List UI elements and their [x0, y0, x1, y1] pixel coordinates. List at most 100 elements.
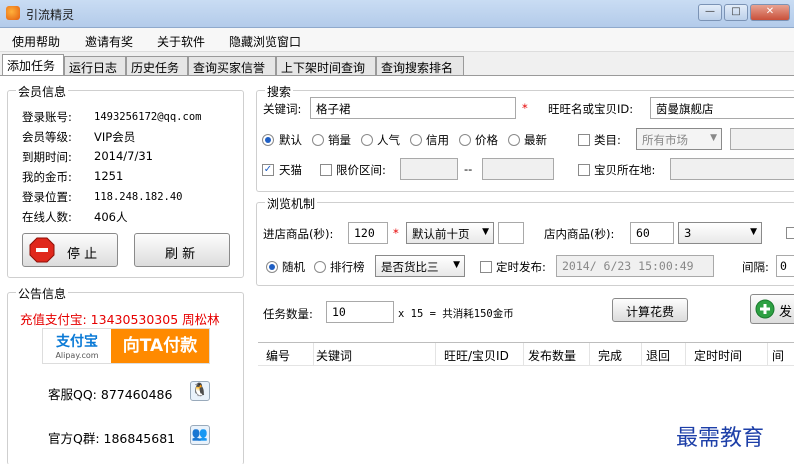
mode-random-radio[interactable] — [266, 261, 278, 273]
category-checkbox[interactable] — [578, 134, 590, 146]
instore-seconds-input[interactable]: 60 — [630, 222, 674, 244]
sort-newest-radio[interactable] — [508, 134, 520, 146]
price-separator: -- — [464, 162, 473, 176]
instore-count-select[interactable]: 3 ▼ — [678, 222, 762, 244]
category-select-value: 所有市场 — [642, 133, 688, 147]
maximize-button[interactable]: □ — [724, 4, 748, 21]
refresh-button[interactable]: 刷 新 — [134, 233, 230, 267]
close-button[interactable]: ✕ — [750, 4, 790, 21]
wangwang-input[interactable]: 茵曼旗舰店 — [650, 97, 794, 119]
recharge-text: 充值支付宝: 13430530305 周松林 — [20, 312, 220, 327]
search-title: 搜索 — [265, 83, 294, 100]
calculate-cost-button[interactable]: 计算花费 — [612, 298, 688, 322]
col-keyword[interactable]: 关键词 — [316, 343, 436, 365]
menu-about[interactable]: 关于软件 — [157, 33, 205, 50]
menu-help[interactable]: 使用帮助 — [12, 33, 60, 50]
tab-add-task[interactable]: 添加任务 — [2, 54, 64, 76]
tab-run-log[interactable]: 运行日志 — [64, 56, 126, 76]
add-task-panel: 会员信息 登录账号: 1493256172@qq.com 会员等级: VIP会员… — [0, 75, 794, 464]
sort-popularity-label: 人气 — [377, 133, 400, 147]
qq-penguin-icon[interactable]: 🐧 — [190, 381, 210, 401]
keyword-label: 关键词: — [263, 102, 302, 116]
app-icon — [6, 6, 20, 20]
keyword-required: * — [522, 101, 528, 115]
instore-extra-checkbox[interactable] — [786, 227, 794, 239]
expire-value: 2014/7/31 — [94, 149, 153, 163]
menu-hide-browser[interactable]: 隐藏浏览窗口 — [229, 33, 301, 50]
keyword-input[interactable]: 格子裙 — [310, 97, 516, 119]
title-bar: 引流精灵 — □ ✕ — [0, 0, 794, 28]
sort-sales-radio[interactable] — [312, 134, 324, 146]
publish-button[interactable]: 发 — [750, 294, 794, 324]
location-checkbox[interactable] — [578, 164, 590, 176]
sort-default-label: 默认 — [279, 133, 302, 147]
category-select[interactable]: 所有市场 ▼ — [636, 128, 722, 150]
chevron-down-icon: ▼ — [453, 260, 460, 270]
item-location-input[interactable] — [670, 158, 794, 180]
tab-search-rank[interactable]: 查询搜索排名 — [376, 56, 464, 76]
page-extra-input[interactable] — [498, 222, 524, 244]
coins-label: 我的金币: — [22, 170, 72, 184]
task-count-label: 任务数量: — [263, 307, 313, 321]
mode-ranking-radio[interactable] — [314, 261, 326, 273]
alipay-logo: 支付宝 Alipay.com — [43, 329, 111, 363]
qq-service-text: 客服QQ: 877460486 — [48, 387, 173, 402]
minimize-button[interactable]: — — [698, 4, 722, 21]
cost-text: x 15 = 共消耗150金币 — [398, 308, 514, 320]
col-publish-count[interactable]: 发布数量 — [528, 343, 590, 365]
col-id[interactable]: 编号 — [266, 343, 314, 365]
page-range-select[interactable]: 默认前十页 ▼ — [406, 222, 494, 244]
menu-bar: 使用帮助 邀请有奖 关于软件 隐藏浏览窗口 — [0, 28, 794, 52]
tab-history[interactable]: 历史任务 — [126, 56, 188, 76]
price-max-input[interactable] — [482, 158, 554, 180]
sort-credit-radio[interactable] — [410, 134, 422, 146]
chevron-down-icon: ▼ — [482, 227, 489, 237]
sort-sales-label: 销量 — [328, 133, 351, 147]
col-schedule-time[interactable]: 定时时间 — [694, 343, 768, 365]
alipay-logo-sub: Alipay.com — [55, 351, 99, 360]
col-wangwang[interactable]: 旺旺/宝贝ID — [444, 343, 524, 365]
tmall-checkbox[interactable]: ✓ — [262, 164, 274, 176]
notice-title: 公告信息 — [16, 285, 69, 302]
chevron-down-icon: ▼ — [750, 227, 757, 237]
sort-price-radio[interactable] — [459, 134, 471, 146]
expire-label: 到期时间: — [22, 150, 72, 164]
table-header-divider — [258, 365, 794, 366]
page-range-value: 默认前十页 — [412, 227, 470, 241]
col-done[interactable]: 完成 — [598, 343, 642, 365]
sort-credit-label: 信用 — [426, 133, 449, 147]
menu-invite[interactable]: 邀请有奖 — [85, 33, 133, 50]
compare-select[interactable]: 是否货比三 ▼ — [375, 255, 465, 277]
refresh-label: 刷 新 — [165, 247, 196, 262]
mode-ranking-label: 排行榜 — [330, 260, 365, 274]
account-value: 1493256172@qq.com — [94, 111, 202, 123]
task-count-input[interactable]: 10 — [326, 301, 394, 323]
instore-seconds-label: 店内商品(秒): — [544, 227, 615, 241]
publish-label: 发 — [779, 305, 793, 320]
sort-popularity-radio[interactable] — [361, 134, 373, 146]
qq-group-icon[interactable]: 👥 — [190, 425, 210, 445]
col-returned[interactable]: 退回 — [646, 343, 686, 365]
enter-seconds-input[interactable]: 120 — [348, 222, 388, 244]
coins-value: 1251 — [94, 169, 124, 183]
price-range-checkbox[interactable] — [320, 164, 332, 176]
interval-label: 间隔: — [742, 260, 769, 274]
tmall-label: 天猫 — [279, 163, 302, 177]
tab-shelf-time[interactable]: 上下架时间查询 — [276, 56, 376, 76]
price-min-input[interactable] — [400, 158, 458, 180]
online-label: 在线人数: — [22, 210, 72, 224]
stop-button[interactable]: 停 止 — [22, 233, 118, 267]
item-location-label: 宝贝所在地: — [594, 163, 656, 177]
schedule-datetime-input[interactable]: 2014/ 6/23 15:00:49 — [556, 255, 714, 277]
instore-count-value: 3 — [684, 226, 692, 240]
mode-random-label: 随机 — [282, 260, 305, 274]
tab-buyer-credit[interactable]: 查询买家信誉 — [188, 56, 276, 76]
sort-default-radio[interactable] — [262, 134, 274, 146]
schedule-checkbox[interactable] — [480, 261, 492, 273]
chevron-down-icon: ▼ — [710, 133, 717, 143]
account-label: 登录账号: — [22, 110, 72, 124]
col-interval[interactable]: 间隔 — [772, 343, 794, 365]
interval-input[interactable]: 0 — [776, 255, 794, 277]
alipay-pay-button[interactable]: 支付宝 Alipay.com 向TA付款 — [42, 328, 210, 364]
plus-icon — [755, 299, 775, 319]
